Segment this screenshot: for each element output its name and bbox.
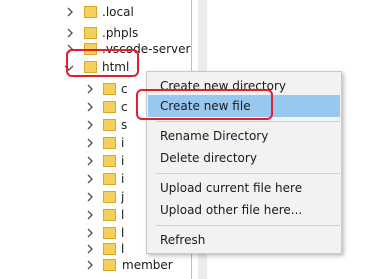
menu-item-rename-directory[interactable]: Rename Directory xyxy=(148,125,340,147)
menu-separator xyxy=(156,225,340,226)
annotation-ring-create-new-file xyxy=(136,89,273,120)
chevron-right-icon[interactable] xyxy=(84,155,96,167)
folder-icon xyxy=(103,136,116,149)
menu-separator xyxy=(156,173,340,174)
folder-icon xyxy=(103,118,116,131)
folder-icon xyxy=(103,100,116,113)
tree-item-local[interactable]: .local xyxy=(0,1,190,23)
tree-child-label: j xyxy=(121,190,125,204)
chevron-right-icon[interactable] xyxy=(84,119,96,131)
folder-icon xyxy=(103,82,116,95)
menu-item-label: Upload current file here xyxy=(160,181,303,195)
folder-icon xyxy=(103,154,116,167)
menu-item-upload-current-file[interactable]: Upload current file here xyxy=(148,177,340,199)
menu-item-refresh[interactable]: Refresh xyxy=(148,229,340,251)
chevron-right-icon[interactable] xyxy=(84,209,96,221)
menu-item-label: Upload other file here... xyxy=(160,203,303,217)
menu-item-label: Delete directory xyxy=(160,151,257,165)
menu-item-label: Rename Directory xyxy=(160,129,269,143)
tree-item-label: member xyxy=(122,258,173,272)
menu-item-upload-other-file[interactable]: Upload other file here... xyxy=(148,199,340,221)
tree-child-label: i xyxy=(121,154,125,168)
chevron-right-icon[interactable] xyxy=(84,173,96,185)
chevron-right-icon[interactable] xyxy=(84,83,96,95)
menu-item-delete-directory[interactable]: Delete directory xyxy=(148,147,340,169)
menu-item-label: Refresh xyxy=(160,233,206,247)
chevron-right-icon[interactable] xyxy=(64,6,76,18)
tree-child-label: i xyxy=(121,172,125,186)
annotation-ring-html xyxy=(66,49,139,77)
folder-icon xyxy=(84,5,97,18)
menu-separator xyxy=(156,121,340,122)
folder-icon xyxy=(103,172,116,185)
chevron-right-icon[interactable] xyxy=(84,259,96,271)
chevron-right-icon[interactable] xyxy=(84,101,96,113)
folder-icon xyxy=(103,190,116,203)
folder-icon xyxy=(103,258,116,271)
tree-item-label: .local xyxy=(102,5,134,19)
tree-child-label: i xyxy=(121,136,125,150)
chevron-right-icon[interactable] xyxy=(84,137,96,149)
tree-child-label: l xyxy=(121,208,125,222)
tree-item-member[interactable]: member xyxy=(0,254,190,276)
chevron-right-icon[interactable] xyxy=(84,191,96,203)
tree-child-label: s xyxy=(121,118,128,132)
folder-icon xyxy=(103,208,116,221)
